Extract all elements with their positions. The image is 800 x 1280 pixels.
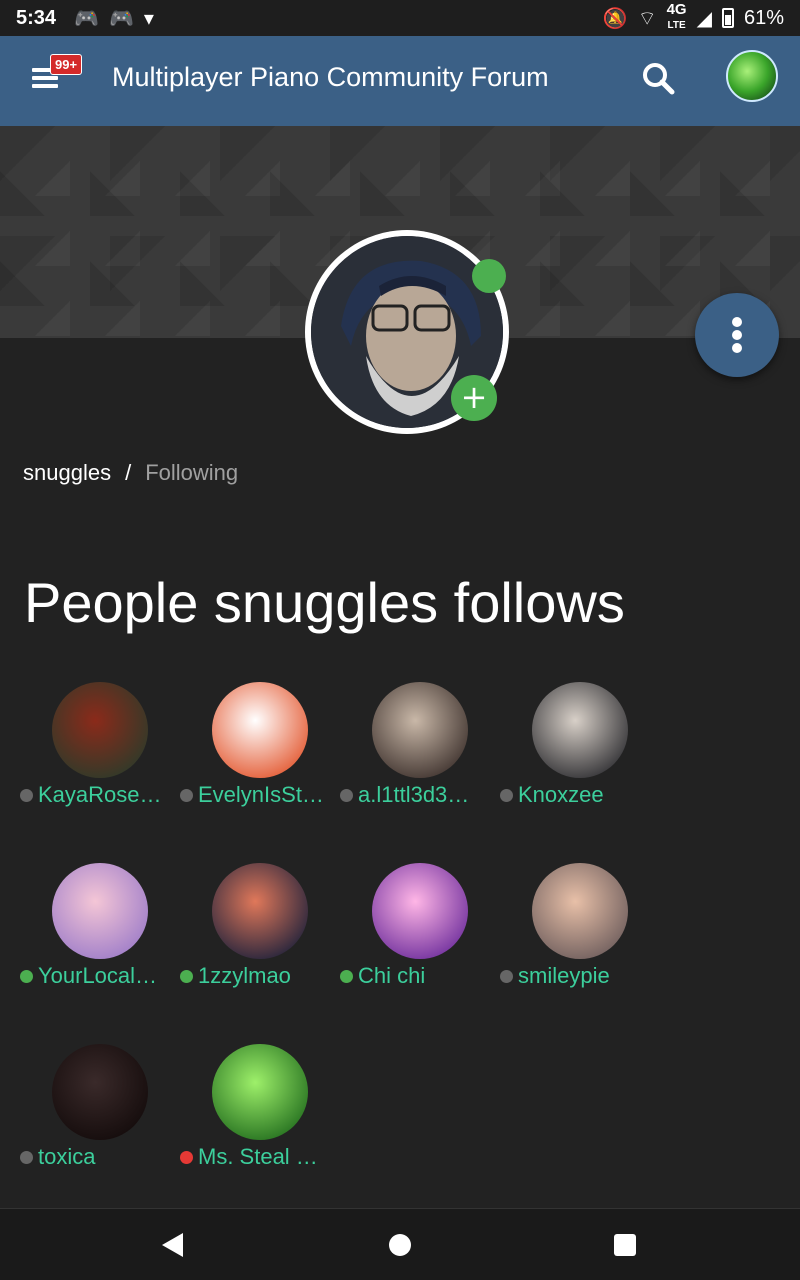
user-name-row: smileypie [500, 963, 670, 989]
user-name-row: a.l1ttl3d3… [340, 782, 510, 808]
user-avatar[interactable] [372, 863, 468, 959]
breadcrumb-current: Following [145, 460, 239, 485]
discord-icon: 🎮 [74, 7, 99, 30]
user-name-link[interactable]: Chi chi [358, 963, 425, 989]
status-time: 5:34 [16, 6, 57, 29]
site-title[interactable]: Multiplayer Piano Community Forum [112, 62, 549, 93]
following-user-card[interactable]: smileypie [500, 863, 660, 993]
user-name-link[interactable]: Ms. Steal … [198, 1144, 318, 1170]
user-name-row: Ms. Steal … [180, 1144, 350, 1170]
user-name-row: Chi chi [340, 963, 510, 989]
home-icon[interactable] [389, 1234, 411, 1256]
user-name-link[interactable]: toxica [38, 1144, 95, 1170]
wifi-icon: ⌔ [637, 7, 657, 30]
user-name-row: 1zzylmao [180, 963, 350, 989]
wifi-unknown-icon: ▾ [143, 7, 154, 30]
user-name-link[interactable]: KayaRose… [38, 782, 162, 808]
kebab-menu-dot [732, 330, 742, 340]
discord-icon-2: 🎮 [108, 7, 134, 30]
following-user-card[interactable]: Knoxzee [500, 682, 660, 812]
presence-indicator [180, 1150, 193, 1164]
app-header: 99+ Multiplayer Piano Community Forum [0, 36, 800, 126]
back-icon[interactable] [162, 1233, 183, 1257]
system-nav-bar [0, 1208, 800, 1280]
presence-indicator [20, 1150, 33, 1164]
following-user-card[interactable]: YourLocal… [20, 863, 180, 993]
user-avatar[interactable] [212, 863, 308, 959]
user-name-link[interactable]: 1zzylmao [198, 963, 291, 989]
recents-icon[interactable] [614, 1234, 636, 1256]
battery-icon [721, 8, 734, 28]
user-name-link[interactable]: EvelynIsSt… [198, 782, 324, 808]
breadcrumb-user-link[interactable]: snuggles [23, 460, 111, 486]
presence-indicator [500, 969, 513, 983]
presence-indicator [20, 969, 33, 983]
presence-indicator [340, 788, 353, 802]
presence-indicator [500, 788, 513, 802]
user-name-link[interactable]: Knoxzee [518, 782, 604, 808]
presence-indicator [180, 969, 193, 983]
following-user-card[interactable]: toxica [20, 1044, 180, 1174]
user-avatar[interactable] [532, 863, 628, 959]
notification-badge: 99+ [50, 54, 83, 75]
menu-button[interactable]: 99+ [28, 54, 83, 98]
user-avatar[interactable] [726, 50, 778, 102]
user-name-row: KayaRose… [20, 782, 190, 808]
following-user-card[interactable]: 1zzylmao [180, 863, 340, 993]
user-avatar[interactable] [372, 682, 468, 778]
more-options-button[interactable] [695, 293, 779, 377]
mute-icon: 🔕 [602, 7, 628, 30]
user-avatar[interactable] [532, 682, 628, 778]
following-user-card[interactable]: Ms. Steal … [180, 1044, 340, 1174]
following-user-card[interactable]: KayaRose… [20, 682, 180, 812]
user-avatar[interactable] [52, 1044, 148, 1140]
page-title: People snuggles follows [24, 571, 625, 634]
user-name-link[interactable]: a.l1ttl3d3… [358, 782, 469, 808]
battery-level: 61% [743, 6, 784, 29]
user-avatar[interactable] [52, 863, 148, 959]
breadcrumb: snuggles / Following [23, 460, 238, 486]
following-user-card[interactable]: a.l1ttl3d3… [340, 682, 500, 812]
status-bar: 5:34 🎮 🎮 ▾ 🔕 ⌔ 4G LTE ◢ 61% [0, 0, 800, 36]
user-avatar[interactable] [52, 682, 148, 778]
network-label: 4G [666, 1, 687, 18]
user-avatar[interactable] [212, 682, 308, 778]
breadcrumb-separator: / [125, 460, 132, 485]
presence-indicator [20, 788, 33, 802]
presence-indicator [340, 969, 353, 983]
menu-icon-bar [32, 76, 58, 80]
user-name-row: YourLocal… [20, 963, 190, 989]
user-name-row: toxica [20, 1144, 190, 1170]
menu-icon-bar [32, 84, 58, 88]
follow-button[interactable]: + [451, 375, 497, 421]
network-sub-label: LTE [667, 20, 686, 31]
user-name-link[interactable]: YourLocal… [38, 963, 157, 989]
kebab-menu-icon [732, 317, 742, 327]
network-type: 4G LTE [666, 1, 687, 33]
signal-icon: ◢ [696, 7, 712, 30]
search-icon[interactable] [640, 60, 676, 96]
user-name-link[interactable]: smileypie [518, 963, 610, 989]
following-user-card[interactable]: EvelynIsSt… [180, 682, 340, 812]
online-status-indicator [472, 259, 506, 293]
user-avatar[interactable] [212, 1044, 308, 1140]
user-name-row: EvelynIsSt… [180, 782, 350, 808]
following-user-card[interactable]: Chi chi [340, 863, 500, 993]
user-name-row: Knoxzee [500, 782, 670, 808]
presence-indicator [180, 788, 193, 802]
kebab-menu-dot [732, 343, 742, 353]
